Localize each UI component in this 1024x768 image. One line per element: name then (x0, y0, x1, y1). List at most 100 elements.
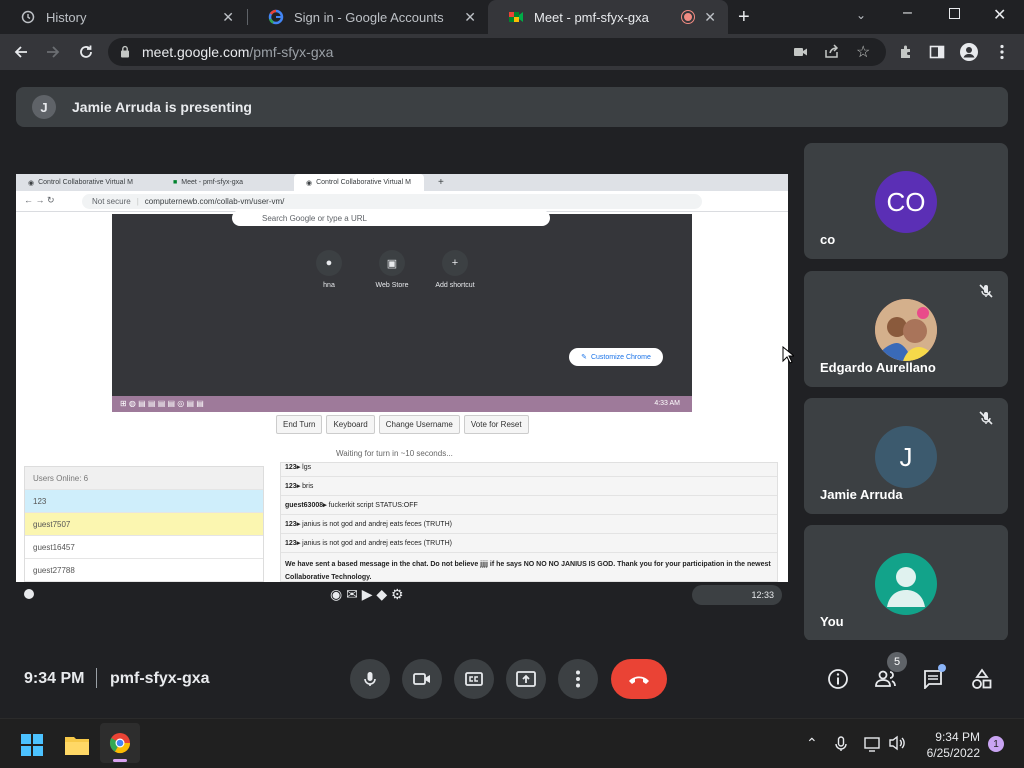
meet-control-bar: 9:34 PM pmf-sfyx-gxa 5 (0, 640, 1024, 718)
clock-time: 9:34 PM (935, 730, 980, 744)
profile-avatar-icon[interactable] (958, 41, 980, 63)
participant-photo-avatar (875, 299, 937, 361)
participant-name: You (820, 614, 844, 629)
present-screen-icon (516, 671, 536, 687)
shared-screen[interactable]: ◉ Control Collaborative Virtual M ■ Meet -… (16, 174, 788, 582)
close-window-button[interactable]: ✕ (993, 5, 1006, 25)
shared-tab-strip: ◉ Control Collaborative Virtual M ■ Meet -… (16, 174, 788, 191)
google-icon (268, 9, 284, 25)
shared-tab: ■ Meet - pmf-sfyx-gxa (173, 179, 244, 186)
tab-title: Sign in - Google Accounts (294, 9, 444, 25)
tray-network-icon[interactable] (864, 736, 882, 757)
tray-chevron-up-icon[interactable]: ⌃ (806, 735, 818, 752)
back-button[interactable] (10, 41, 32, 63)
info-icon (828, 669, 848, 689)
video-camera-icon (413, 673, 430, 685)
meet-icon (508, 9, 524, 25)
microphone-button[interactable] (350, 659, 390, 699)
chat-icon (924, 670, 942, 689)
vm-user-list: Users Online: 6 123 guest7507 guest16457… (24, 466, 264, 582)
participant-name: Jamie Arruda (820, 487, 903, 502)
system-clock[interactable]: 9:34 PM 6/25/2022 (922, 729, 980, 761)
windows-start-icon[interactable] (21, 734, 43, 761)
meeting-details-button[interactable] (826, 667, 850, 691)
participant-avatar: J (875, 426, 937, 488)
windows-taskbar: ⌃ 9:34 PM 6/25/2022 1 (0, 718, 1024, 768)
participant-tile-edgardo[interactable]: Edgardo Aurellano (804, 271, 1008, 387)
notification-badge[interactable]: 1 (988, 736, 1004, 752)
restore-button[interactable] (949, 8, 960, 19)
camera-button[interactable] (402, 659, 442, 699)
chat-notification-dot (938, 664, 946, 672)
mic-off-icon (979, 284, 993, 298)
clock-date: 6/25/2022 (926, 746, 980, 760)
share-icon[interactable] (824, 44, 840, 62)
mic-icon (364, 672, 376, 686)
side-panel-icon[interactable] (926, 41, 948, 63)
more-menu-icon[interactable] (991, 41, 1013, 63)
bookmark-star-icon[interactable]: ☆ (856, 42, 870, 62)
new-tab-button[interactable]: + (738, 6, 750, 29)
participant-name: Edgardo Aurellano (820, 360, 936, 375)
captions-button[interactable] (454, 659, 494, 699)
tab-history[interactable]: History ✕ (0, 0, 246, 34)
vm-customize-chrome: ✎ Customize Chrome (569, 348, 663, 366)
lock-icon (120, 45, 130, 61)
vm-waiting-text: Waiting for turn in ~10 seconds... (336, 449, 453, 458)
vm-shortcut: + Add shortcut (430, 250, 480, 289)
vm-taskbar: ⊞ ◍ ▤ ▤ ▤ ▤ ◎ ▤ ▤ 4:33 AM (112, 396, 692, 412)
mouse-cursor-icon (782, 345, 796, 369)
meeting-code: pmf-sfyx-gxa (110, 670, 210, 687)
closed-captions-icon (465, 672, 483, 686)
vm-display: Search Google or type a URL ● hna ▣ Web St… (112, 210, 692, 412)
people-count-badge: 5 (887, 652, 907, 672)
history-icon (20, 9, 36, 25)
url-path: /pmf-sfyx-gxa (249, 44, 334, 60)
present-now-button[interactable] (506, 659, 546, 699)
url-host: meet.google.com (142, 44, 250, 60)
close-tab-icon[interactable]: ✕ (464, 9, 476, 26)
participant-tile-jamie[interactable]: J Jamie Arruda (804, 398, 1008, 514)
more-options-button[interactable] (558, 659, 598, 699)
close-tab-icon[interactable]: ✕ (704, 9, 716, 26)
extensions-puzzle-icon[interactable] (895, 41, 917, 63)
presenter-avatar: J (32, 95, 56, 119)
vm-controls: End Turn Keyboard Change Username Vote f… (276, 415, 529, 434)
tab-search-chevron-icon[interactable]: ⌄ (856, 8, 866, 22)
shared-new-tab-icon: + (438, 177, 444, 188)
tab-meet[interactable]: Meet - pmf-sfyx-gxa ✕ (488, 0, 728, 34)
reload-button[interactable] (75, 41, 97, 63)
mic-off-icon (979, 411, 993, 425)
tray-volume-icon[interactable] (889, 735, 907, 756)
shared-tab: ◉ Control Collaborative Virtual M (294, 174, 424, 191)
more-vert-icon (576, 670, 580, 688)
shared-address-bar: ← → ↻ Not secure | computernewb.com/collab… (16, 191, 788, 212)
default-person-avatar-icon (875, 553, 937, 615)
tray-mic-icon[interactable] (834, 736, 848, 757)
activities-button[interactable] (970, 667, 994, 691)
meet-stage: J Jamie Arruda is presenting ◉ Control Co… (0, 70, 1024, 718)
camera-in-use-icon[interactable] (794, 45, 808, 61)
participant-name: co (820, 232, 836, 247)
chrome-taskbar-button[interactable] (100, 723, 140, 763)
browser-tab-strip: History ✕ Sign in - Google Accounts ✕ Me… (0, 0, 1024, 34)
file-explorer-icon[interactable] (64, 734, 90, 761)
participant-tile-co[interactable]: CO co (804, 143, 1008, 259)
activities-shapes-icon (972, 668, 992, 689)
participant-tile-you[interactable]: You (804, 525, 1008, 641)
shared-os-shelf: ◉ ✉ ▶ ◆ ⚙ 12:33 (16, 582, 788, 608)
close-tab-icon[interactable]: ✕ (222, 9, 234, 26)
leave-call-button[interactable] (611, 659, 667, 699)
divider (96, 668, 97, 688)
tab-google-signin[interactable]: Sign in - Google Accounts ✕ (248, 0, 488, 34)
minimize-button[interactable]: – (903, 4, 912, 22)
vm-shortcut: ● hna (304, 250, 354, 289)
tab-title: Meet - pmf-sfyx-gxa (534, 9, 649, 25)
recording-indicator-icon (682, 11, 694, 23)
address-bar[interactable]: meet.google.com/pmf-sfyx-gxa ☆ (108, 38, 886, 66)
presenting-banner: J Jamie Arruda is presenting (16, 87, 1008, 127)
tab-title: History (46, 9, 87, 25)
browser-toolbar: meet.google.com/pmf-sfyx-gxa ☆ (0, 34, 1024, 70)
forward-button[interactable] (42, 41, 64, 63)
people-icon (875, 670, 896, 687)
